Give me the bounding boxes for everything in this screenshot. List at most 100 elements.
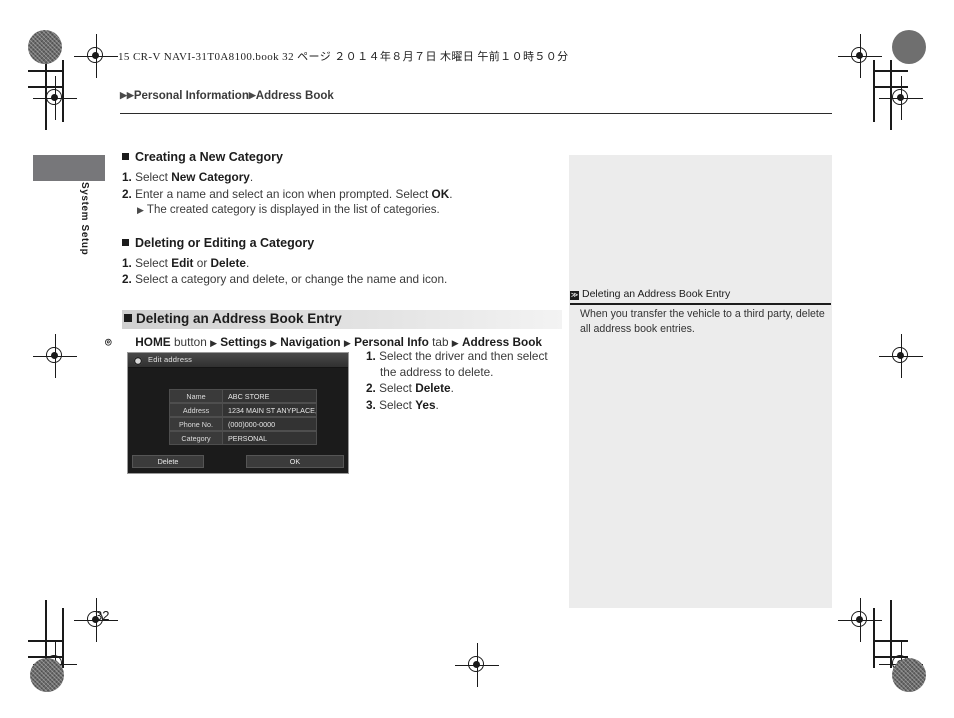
field-label-phone-no: Phone No. xyxy=(169,417,223,431)
nav-path-item-personal-info: Personal Info xyxy=(354,334,429,349)
edit-address-field-list: Name ABC STORE Address 1234 MAIN ST ANYP… xyxy=(169,389,317,445)
color-bar-dot xyxy=(28,30,62,64)
nav-path-item-navigation: Navigation xyxy=(280,334,341,349)
color-bar-dot xyxy=(892,30,926,64)
step-text-pre: Enter a name and select an icon when pro… xyxy=(135,186,432,201)
table-row[interactable]: Address 1234 MAIN ST ANYPLACE, xyxy=(169,403,317,417)
side-note-panel xyxy=(569,155,832,608)
sub-list-item-text: The created category is displayed in the… xyxy=(146,204,440,216)
procedure-steps: 1. Select the driver and then select the… xyxy=(366,349,562,414)
registration-mark xyxy=(74,34,118,78)
registration-mark xyxy=(33,76,77,120)
step-text-bold: New Category xyxy=(171,170,250,184)
step-number: 1. xyxy=(122,170,132,184)
home-button-icon: ⌾ xyxy=(105,336,112,349)
table-row[interactable]: Category PERSONAL xyxy=(169,431,317,445)
breadcrumb-parent: Personal Information xyxy=(133,90,249,102)
header-divider xyxy=(120,113,832,115)
step-text: Select the driver and then select the ad… xyxy=(379,349,548,379)
side-note-title-text: Deleting an Address Book Entry xyxy=(582,288,731,300)
breadcrumb-arrow-icon: ▶ xyxy=(248,90,256,100)
main-content: Creating a New Category 1. Select New Ca… xyxy=(105,150,562,351)
list-item: 1. Select Edit or Delete. xyxy=(122,256,562,272)
section-heading-text: Creating a New Category xyxy=(135,150,283,164)
registration-mark xyxy=(838,34,882,78)
color-bar-dot xyxy=(30,658,64,692)
table-row[interactable]: Phone No. (000)000-0000 xyxy=(169,417,317,431)
note-badge-icon: ≫ xyxy=(570,291,579,300)
field-value-name: ABC STORE xyxy=(223,389,317,403)
field-label-address: Address xyxy=(169,403,223,417)
square-bullet-icon xyxy=(122,153,129,160)
nav-path-arrow-icon: ▶ xyxy=(210,337,217,348)
nav-path-button-word: button xyxy=(173,334,207,349)
gear-icon xyxy=(134,356,142,365)
section-heading-bar-content: Deleting an Address Book Entry xyxy=(124,311,342,326)
step-text-post: . xyxy=(449,186,453,201)
breadcrumb-arrow-icon: ▶ xyxy=(126,90,134,100)
sub-arrow-icon: ▶ xyxy=(137,205,144,215)
registration-mark xyxy=(455,643,499,687)
square-bullet-icon xyxy=(122,238,129,246)
step-text-bold: Yes xyxy=(415,397,436,412)
step-number: 2. xyxy=(122,272,132,286)
nav-path-tab-word: tab xyxy=(432,334,449,349)
list-item: 2. Select a category and delete, or chan… xyxy=(122,272,562,288)
registration-mark xyxy=(879,334,923,378)
side-note-title: ≫ Deleting an Address Book Entry xyxy=(570,288,831,300)
list-item: 1. Select the driver and then select the… xyxy=(366,349,562,380)
table-row[interactable]: Name ABC STORE xyxy=(169,389,317,403)
field-value-address: 1234 MAIN ST ANYPLACE, xyxy=(223,403,317,417)
section-heading-deleting-editing-category: Deleting or Editing a Category xyxy=(122,236,562,251)
step-number: 1. xyxy=(366,349,376,363)
section-heading-text: Deleting an Address Book Entry xyxy=(136,310,342,326)
crop-mark xyxy=(28,70,63,72)
side-note-body: When you transfer the vehicle to a third… xyxy=(580,308,825,335)
square-bullet-icon xyxy=(124,313,132,322)
nav-path-arrow-icon: ▶ xyxy=(451,337,459,348)
section-heading-creating-new-category: Creating a New Category xyxy=(122,150,562,165)
field-value-phone-no: (000)000-0000 xyxy=(223,417,317,431)
step-text-bold: Edit xyxy=(171,255,194,270)
ok-button[interactable]: OK xyxy=(246,455,344,468)
breadcrumb-current: Address Book xyxy=(255,90,334,102)
page-number: 32 xyxy=(95,608,110,623)
step-text-pre: Select xyxy=(135,170,172,184)
step-number: 2. xyxy=(366,381,376,395)
nav-path-item-settings: Settings xyxy=(220,334,267,349)
step-text-post: . xyxy=(249,170,254,184)
chapter-tab-block xyxy=(33,155,105,181)
breadcrumb-arrow-icon: ▶ xyxy=(120,90,127,100)
section-heading-text: Deleting or Editing a Category xyxy=(135,235,315,250)
step-text-bold-2: Delete xyxy=(210,255,246,270)
nav-path-home: HOME xyxy=(135,334,171,349)
color-bar-dot xyxy=(892,658,926,692)
field-label-category: Category xyxy=(169,431,223,445)
registration-mark xyxy=(838,598,882,642)
side-note-divider xyxy=(570,303,831,305)
step-number: 3. xyxy=(366,397,376,412)
chapter-tab-label: System Setup xyxy=(79,182,90,256)
screenshot-title-text: Edit address xyxy=(148,355,193,364)
step-text-post: . xyxy=(450,381,454,395)
step-text-post: . xyxy=(435,397,439,412)
step-number: 2. xyxy=(122,186,132,201)
step-text-pre: Select a category and delete, or change … xyxy=(135,272,448,286)
navigation-screen-screenshot: Edit address Name ABC STORE Address 1234… xyxy=(127,352,349,474)
field-value-category: PERSONAL xyxy=(223,431,317,445)
delete-button[interactable]: Delete xyxy=(132,455,204,468)
step-text-pre: Select xyxy=(135,255,172,270)
field-label-name: Name xyxy=(169,389,223,403)
step-text-post: . xyxy=(245,255,250,270)
list-item: 2. Enter a name and select an icon when … xyxy=(122,187,562,203)
nav-path-arrow-icon: ▶ xyxy=(343,337,351,348)
list-item: 2. Select Delete. xyxy=(366,381,562,397)
list-item: 1. Select New Category. xyxy=(122,170,562,186)
nav-path-item-address-book: Address Book xyxy=(462,334,542,349)
registration-mark xyxy=(33,334,77,378)
step-text-bold: Delete xyxy=(415,381,451,395)
step-text-bold: OK xyxy=(431,186,450,201)
breadcrumb: ▶▶Personal Information▶Address Book xyxy=(120,90,334,102)
step-text-mid: or xyxy=(193,255,211,270)
